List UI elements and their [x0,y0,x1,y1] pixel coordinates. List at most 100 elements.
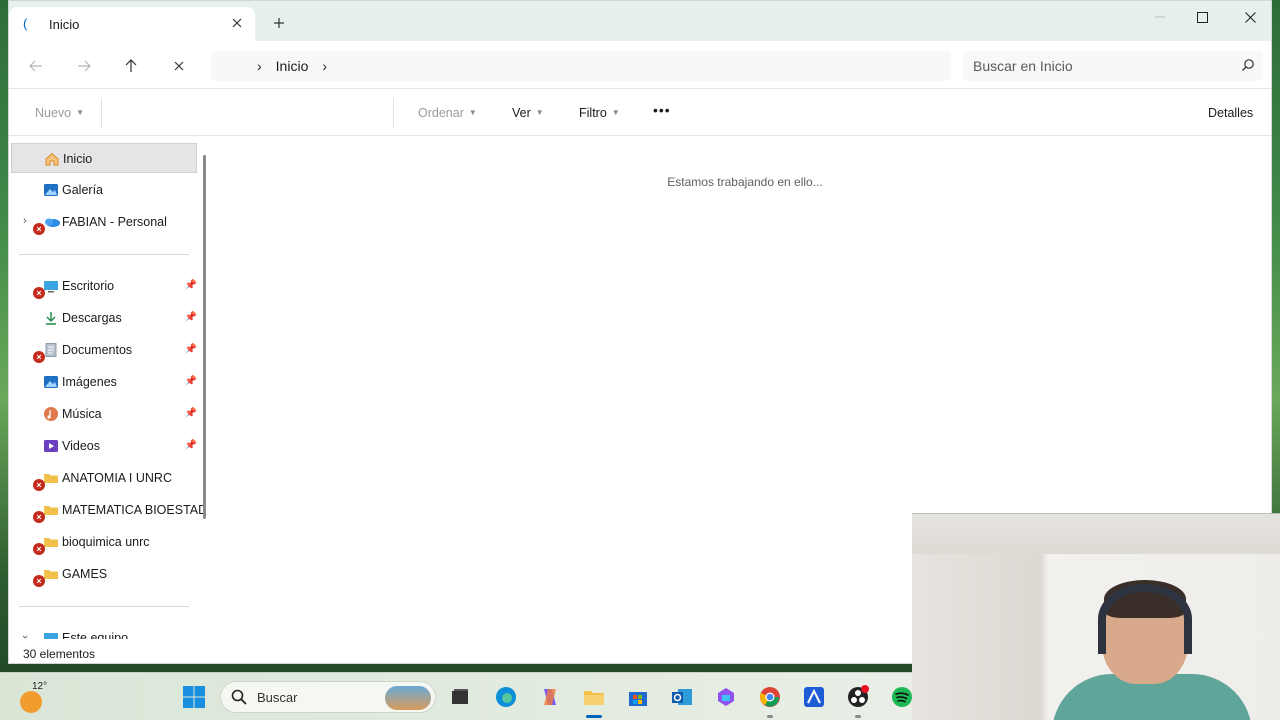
running-app-indicator [855,715,861,718]
minimize-button[interactable] [1137,1,1183,33]
item-count: 30 elementos [23,647,96,661]
sidebar-item-label: Inicio [63,152,93,166]
sidebar-item-galeria[interactable]: Galería [11,175,197,205]
folder-icon [43,470,59,486]
filter-label: Filtro [579,106,607,120]
pin-icon[interactable]: 📌 [185,344,197,355]
gallery-icon [43,182,59,198]
breadcrumb-chevron-icon[interactable]: › [322,58,327,74]
sidebar-item-label: Música [62,407,102,421]
sidebar-item-descargas[interactable]: Descargas 📌 [11,303,197,333]
sidebar-item-label: Imágenes [62,375,117,389]
sidebar-item-label: Descargas [62,311,122,325]
tab-inicio[interactable]: ( Inicio [9,7,255,41]
running-app-indicator [767,715,773,718]
sidebar-divider [19,254,189,255]
more-options-button[interactable]: ••• [653,102,671,118]
sidebar-item-onedrive[interactable]: › × FABIAN - Personal [11,207,197,237]
task-view-icon[interactable] [446,683,474,711]
new-tab-button[interactable] [267,11,291,35]
active-app-indicator [586,715,602,718]
sidebar-item-este-equipo[interactable]: › Este equipo [11,623,197,639]
close-window-button[interactable] [1227,1,1273,33]
m365-icon[interactable] [712,683,740,711]
obs-icon[interactable] [844,683,872,711]
sidebar-item-bioquimica[interactable]: × bioquimica unrc [11,527,197,557]
chevron-right-icon[interactable]: › [23,215,27,227]
webcam-background [912,514,1280,554]
sort-button[interactable]: Ordenar ▼ [418,106,477,120]
pin-icon[interactable]: 📌 [185,376,197,387]
pin-icon[interactable]: 📌 [185,440,197,451]
sidebar-item-anatomia[interactable]: × ANATOMIA I UNRC [11,463,197,493]
sidebar-item-label: Escritorio [62,279,115,293]
sidebar-item-videos[interactable]: Videos 📌 [11,431,197,461]
back-button[interactable] [21,51,51,81]
close-tab-icon[interactable] [225,11,249,35]
file-explorer-icon[interactable] [580,683,608,711]
weather-widget[interactable]: 12° [18,681,58,715]
pictures-icon [43,374,59,390]
filter-button[interactable]: Filtro ▼ [579,106,620,120]
search-highlight-image [385,686,431,710]
stop-button[interactable] [164,51,194,81]
taskbar-search[interactable]: Buscar [220,681,436,713]
search-input[interactable] [973,56,1223,76]
sync-error-icon: × [33,575,45,587]
sidebar-item-inicio[interactable]: Inicio [11,143,197,173]
tab-title: Inicio [49,17,80,32]
sidebar-item-label: GAMES [62,567,108,581]
weather-sun-icon [20,691,42,713]
chevron-down-icon[interactable]: › [19,635,31,639]
edge-icon[interactable] [492,683,520,711]
sidebar-item-matematica[interactable]: × MATEMATICA BIOESTADI [11,495,205,525]
sidebar-item-label: bioquimica unrc [62,535,150,549]
new-label: Nuevo [35,106,72,120]
download-icon [43,310,59,326]
webcam-overlay [912,513,1280,720]
sync-error-icon: × [33,543,45,555]
address-bar[interactable]: › Inicio › [211,51,951,81]
sidebar-scrollbar[interactable] [203,155,206,519]
sidebar-item-games[interactable]: × GAMES [11,559,197,589]
navigation-bar: › Inicio › [9,41,1271,89]
pin-icon[interactable]: 📌 [185,280,197,291]
search-icon[interactable] [1241,58,1255,77]
ai-app-icon[interactable] [800,683,828,711]
breadcrumb-inicio[interactable]: Inicio [276,58,309,74]
new-button[interactable]: Nuevo ▼ [35,106,84,120]
forward-button[interactable] [69,51,99,81]
chevron-down-icon: ▼ [535,108,544,117]
pin-icon[interactable]: 📌 [185,312,197,323]
folder-icon [43,534,59,550]
sidebar-item-label: ANATOMIA I UNRC [62,471,172,485]
chevron-down-icon: ▼ [76,108,85,117]
documents-icon [43,342,59,358]
sync-error-icon: × [33,223,45,235]
sidebar-item-escritorio[interactable]: × Escritorio 📌 [11,271,197,301]
sync-error-icon: × [33,287,45,299]
up-button[interactable] [116,51,146,81]
music-icon [43,406,59,422]
pin-icon[interactable]: 📌 [185,408,197,419]
microsoft-store-icon[interactable] [624,683,652,711]
view-label: Ver [512,106,531,120]
breadcrumb-chevron-icon[interactable]: › [257,58,262,74]
loading-spinner-icon: ( [23,16,28,31]
loading-message: Estamos trabajando en ello... [667,175,823,189]
sidebar-item-musica[interactable]: Música 📌 [11,399,197,429]
sort-label: Ordenar [418,106,464,120]
sidebar-item-imagenes[interactable]: Imágenes 📌 [11,367,197,397]
sidebar-item-label: Documentos [62,343,133,357]
copilot-icon[interactable] [536,683,564,711]
maximize-button[interactable] [1179,1,1225,33]
chevron-down-icon: ▼ [611,108,620,117]
details-button[interactable]: Detalles [1208,106,1253,120]
outlook-icon[interactable] [668,683,696,711]
view-button[interactable]: Ver ▼ [512,106,544,120]
start-button[interactable] [180,683,208,711]
sidebar-item-documentos[interactable]: × Documentos 📌 [11,335,197,365]
search-box[interactable] [963,51,1263,81]
chrome-icon[interactable] [756,683,784,711]
temperature: 12° [32,681,48,692]
